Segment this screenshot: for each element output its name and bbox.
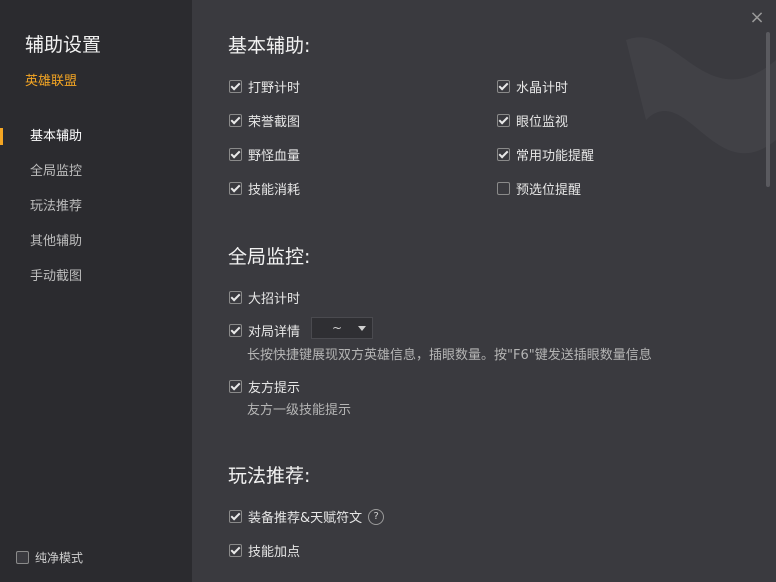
checkbox-icon <box>497 148 510 161</box>
checkbox-icon <box>229 510 242 523</box>
checkbox-icon <box>229 291 242 304</box>
checkbox-icon <box>229 80 242 93</box>
sidebar-item-recommend[interactable]: 玩法推荐 <box>0 195 192 230</box>
option-label: 大招计时 <box>248 292 301 307</box>
sidebar-item-basic[interactable]: 基本辅助 <box>0 125 192 160</box>
option-label: 预选位提醒 <box>516 183 582 198</box>
option-ult-timer[interactable]: 大招计时 <box>229 288 300 307</box>
checkbox-icon <box>229 544 242 557</box>
option-label: 装备推荐&天赋符文 <box>248 511 363 526</box>
hotkey-select[interactable]: ~ <box>311 317 373 339</box>
checkbox-icon <box>16 551 29 564</box>
option-label: 常用功能提醒 <box>516 149 595 164</box>
main-panel: × 基本辅助: 打野计时 水晶计时 荣誉截图 眼位监视 野怪血量 常用功能提醒 … <box>192 0 776 582</box>
option-jungle-timer[interactable]: 打野计时 <box>229 77 300 96</box>
option-pick-reminder[interactable]: 预选位提醒 <box>497 179 581 198</box>
option-label: 对局详情 <box>248 325 301 340</box>
close-icon[interactable]: × <box>748 9 766 27</box>
scroll-fade <box>192 570 776 582</box>
game-name: 英雄联盟 <box>25 74 78 89</box>
checkbox-icon <box>229 148 242 161</box>
chevron-down-icon <box>358 326 366 331</box>
scrollbar[interactable] <box>766 32 770 187</box>
hotkey-select-value: ~ <box>332 321 343 335</box>
checkbox-icon <box>497 114 510 127</box>
option-ward-monitor[interactable]: 眼位监视 <box>497 111 568 130</box>
sidebar-nav: 基本辅助 全局监控 玩法推荐 其他辅助 手动截图 <box>0 125 192 300</box>
option-skill-cost[interactable]: 技能消耗 <box>229 179 300 198</box>
sidebar-title: 辅助设置 <box>25 34 102 56</box>
section-title-recommend: 玩法推荐: <box>228 465 311 487</box>
checkbox-icon <box>497 80 510 93</box>
option-label: 技能消耗 <box>248 183 301 198</box>
checkbox-icon <box>229 114 242 127</box>
pure-mode-label: 纯净模式 <box>35 551 84 565</box>
option-skill-points[interactable]: 技能加点 <box>229 541 300 560</box>
option-label: 打野计时 <box>248 81 301 96</box>
option-match-detail[interactable]: 对局详情 <box>229 321 300 340</box>
option-crystal-timer[interactable]: 水晶计时 <box>497 77 568 96</box>
watermark-logo-icon <box>626 37 776 154</box>
option-label: 友方提示 <box>248 381 301 396</box>
match-detail-desc: 长按快捷键展现双方英雄信息，插眼数量。按"F6"键发送插眼数量信息 <box>247 348 652 363</box>
checkbox-icon <box>497 182 510 195</box>
section-title-global: 全局监控: <box>228 246 311 268</box>
ally-tip-desc: 友方一级技能提示 <box>247 403 352 418</box>
option-monster-hp[interactable]: 野怪血量 <box>229 145 300 164</box>
option-label: 眼位监视 <box>516 115 569 130</box>
help-icon[interactable]: ? <box>368 508 385 525</box>
option-honor-screenshot[interactable]: 荣誉截图 <box>229 111 300 130</box>
option-ally-tip[interactable]: 友方提示 <box>229 377 300 396</box>
sidebar: 辅助设置 英雄联盟 基本辅助 全局监控 玩法推荐 其他辅助 手动截图 纯净模式 <box>0 0 192 582</box>
option-common-reminder[interactable]: 常用功能提醒 <box>497 145 594 164</box>
checkbox-icon <box>229 182 242 195</box>
checkbox-icon <box>229 380 242 393</box>
option-equip-recommend[interactable]: 装备推荐&天赋符文 ? <box>229 507 385 526</box>
option-label: 技能加点 <box>248 545 301 560</box>
option-label: 野怪血量 <box>248 149 301 164</box>
option-label: 水晶计时 <box>516 81 569 96</box>
section-title-basic: 基本辅助: <box>228 35 311 57</box>
option-label: 荣誉截图 <box>248 115 301 130</box>
checkbox-icon <box>229 324 242 337</box>
sidebar-item-screenshot[interactable]: 手动截图 <box>0 265 192 300</box>
pure-mode-checkbox[interactable]: 纯净模式 <box>16 549 83 566</box>
sidebar-item-other[interactable]: 其他辅助 <box>0 230 192 265</box>
sidebar-item-global[interactable]: 全局监控 <box>0 160 192 195</box>
